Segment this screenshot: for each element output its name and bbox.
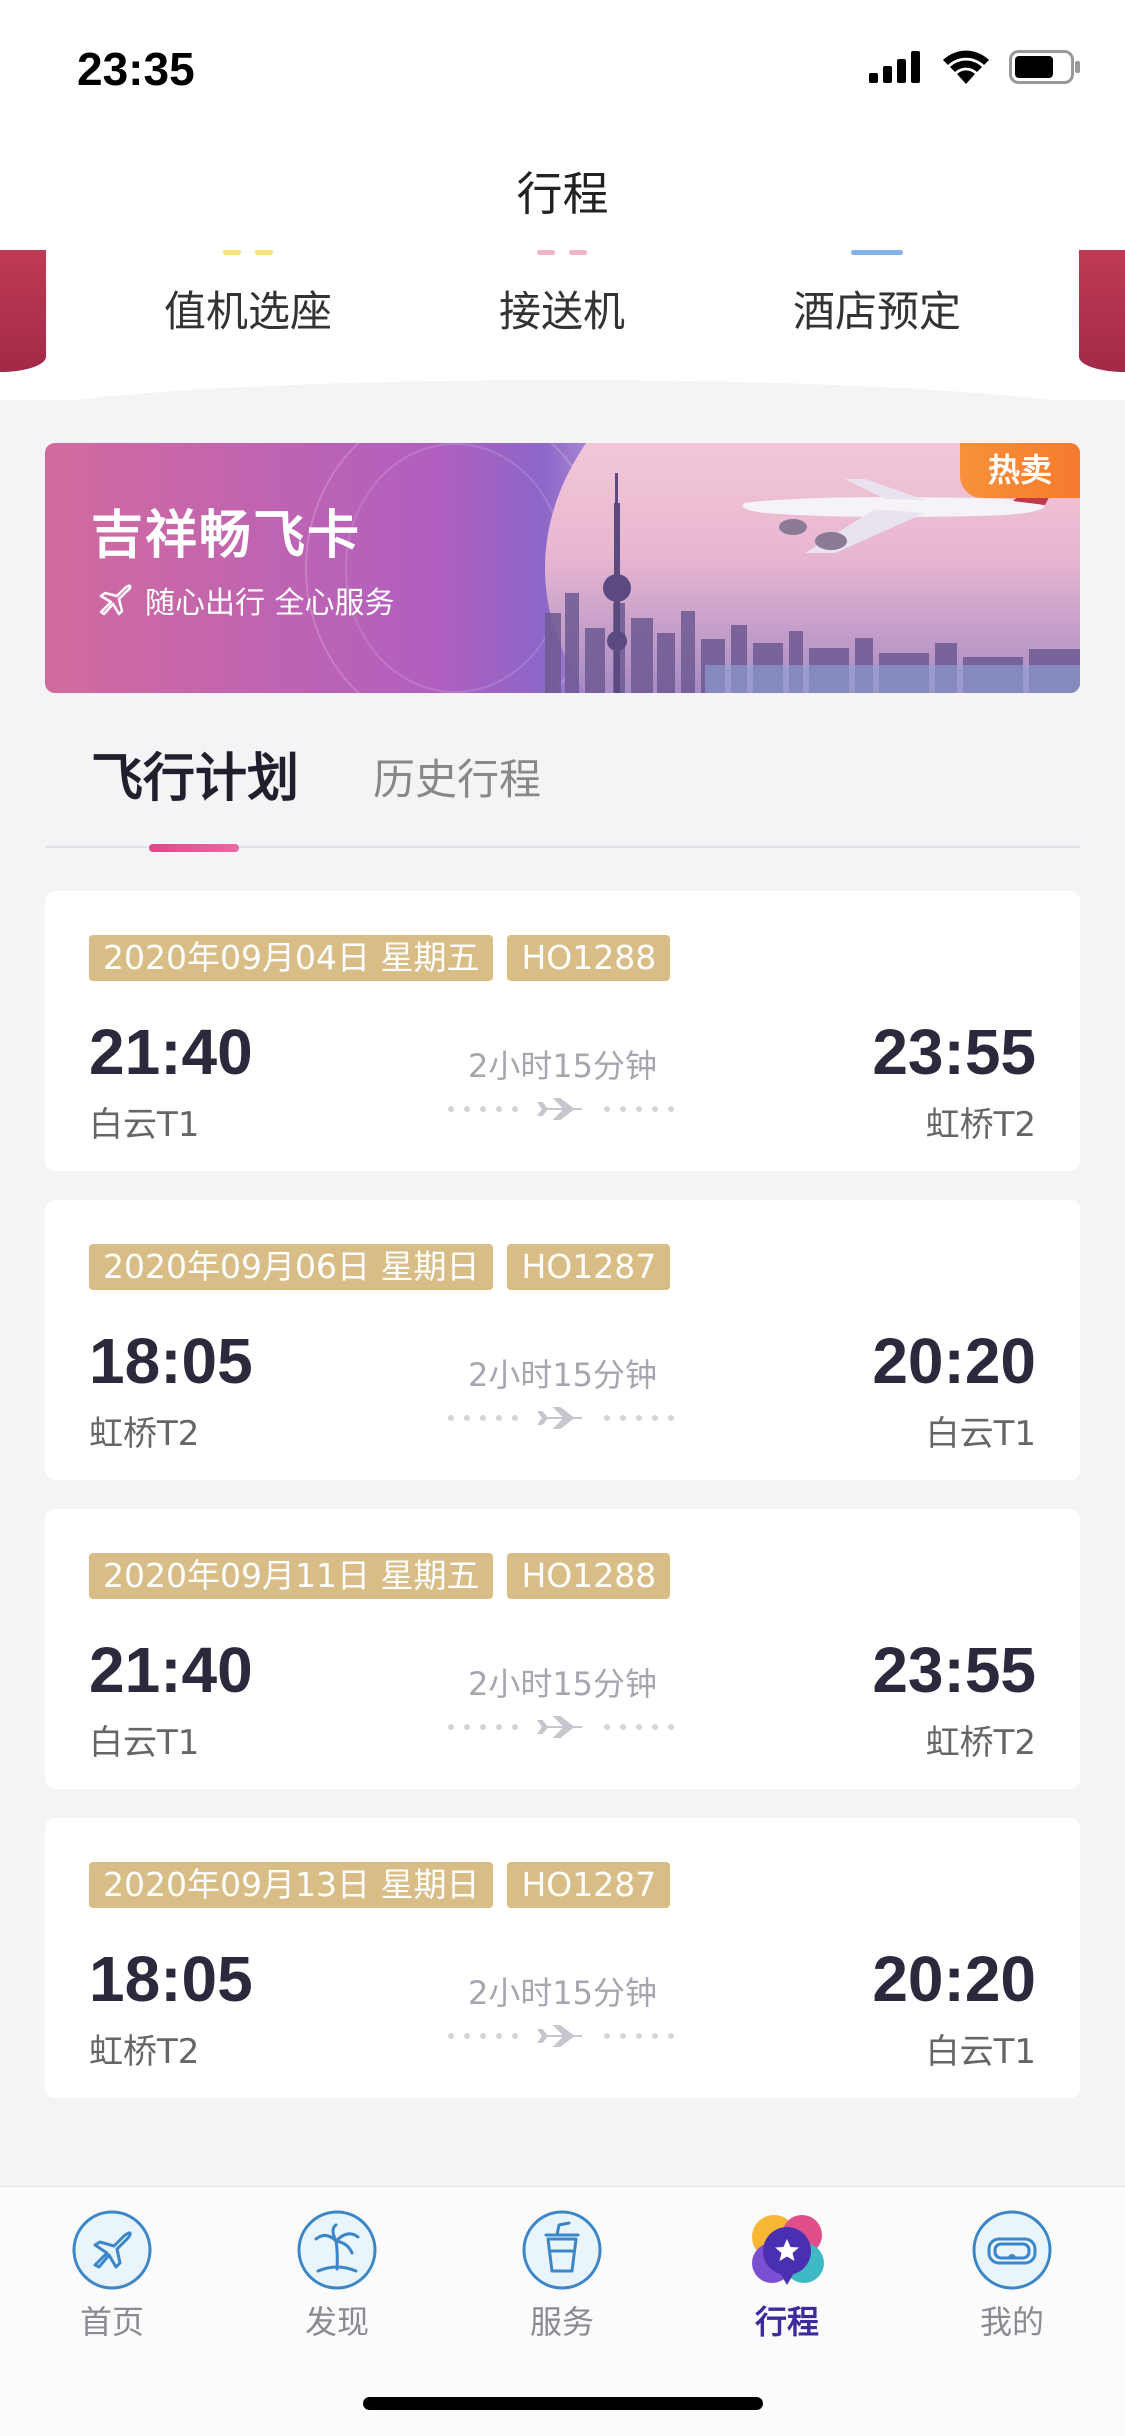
arrival-airport: 白云T1	[925, 2032, 1036, 2072]
palm-tree-icon	[297, 2210, 377, 2290]
arrival-time: 20:20	[872, 1325, 1036, 1397]
arrival-time: 23:55	[872, 1016, 1036, 1088]
flight-number-tag: HO1288	[507, 935, 671, 981]
tab-services-label: 服务	[529, 2303, 594, 2341]
flight-date-tag: 2020年09月13日 星期日	[89, 1862, 494, 1908]
route-plane-icon	[448, 1716, 674, 1738]
status-time: 23:35	[77, 43, 195, 95]
departure-airport: 虹桥T2	[89, 1414, 200, 1454]
home-indicator[interactable]	[363, 2397, 763, 2410]
status-icons	[869, 50, 1081, 84]
band-decoration-left	[0, 250, 46, 372]
status-bar: 23:35	[0, 0, 1125, 130]
promo-banner[interactable]: 吉祥畅飞卡 随心出行 全心服务 热卖	[45, 443, 1080, 693]
itinerary-tabs: 飞行计划 历史行程	[45, 730, 1080, 852]
arrival-time: 23:55	[872, 1634, 1036, 1706]
airport-transfer-label: 接送机	[498, 287, 625, 336]
banner-subtitle-row: 随心出行 全心服务	[95, 578, 395, 622]
tab-home[interactable]: 首页	[37, 2209, 187, 2343]
quick-services-bar: 值机选座 接送机 酒店预定	[0, 250, 1125, 420]
flight-number-tag: HO1287	[507, 1862, 671, 1908]
hotel-booking-button[interactable]: 酒店预定	[747, 250, 1007, 339]
tab-profile[interactable]: 我的	[937, 2209, 1087, 2343]
accent-dashes	[223, 250, 273, 255]
flight-tags: 2020年09月06日 星期日 HO1287	[89, 1244, 671, 1290]
plane-outline-icon	[99, 584, 132, 616]
flight-number-tag: HO1288	[507, 1553, 671, 1599]
city-skyline-image	[545, 467, 1080, 693]
flight-tags: 2020年09月04日 星期五 HO1288	[89, 935, 671, 981]
route-plane-icon	[448, 1407, 674, 1429]
plane-icon	[72, 2210, 152, 2290]
tab-itinerary-label: 行程	[754, 2303, 819, 2341]
flight-date-tag: 2020年09月06日 星期日	[89, 1244, 494, 1290]
hot-sale-badge: 热卖	[960, 443, 1080, 498]
route-plane-icon	[448, 2025, 674, 2047]
departure-airport: 白云T1	[89, 1105, 200, 1145]
hotel-booking-label: 酒店预定	[792, 287, 961, 336]
itinerary-page: 23:35 行程 值机选座 接送机 酒店预定 吉祥畅飞卡 随心出行 全心服务 热…	[0, 0, 1125, 2436]
tab-discover-label: 发现	[304, 2303, 369, 2341]
flight-tags: 2020年09月13日 星期日 HO1287	[89, 1862, 671, 1908]
flight-card[interactable]: 2020年09月13日 星期日 HO1287 18:05 虹桥T2 2小时15分…	[45, 1818, 1080, 2098]
active-tab-indicator	[149, 844, 239, 852]
band-decoration-right	[1079, 250, 1125, 372]
cup-icon	[522, 2210, 602, 2290]
tab-itinerary[interactable]: 行程	[712, 2209, 862, 2343]
arrival-time: 20:20	[872, 1943, 1036, 2015]
tab-profile-label: 我的	[979, 2303, 1044, 2341]
header: 23:35 行程 值机选座 接送机 酒店预定	[0, 0, 1125, 420]
banner-title: 吉祥畅飞卡	[91, 506, 362, 566]
tab-history[interactable]: 历史行程	[373, 746, 541, 807]
battery-icon	[1009, 50, 1080, 84]
checkin-seat-button[interactable]: 值机选座	[118, 250, 378, 339]
checkin-seat-label: 值机选座	[163, 287, 332, 336]
arrival-airport: 白云T1	[925, 1414, 1036, 1454]
flight-card[interactable]: 2020年09月11日 星期五 HO1288 21:40 白云T1 2小时15分…	[45, 1509, 1080, 1789]
arrival-airport: 虹桥T2	[925, 1723, 1036, 1763]
route-plane-icon	[448, 1098, 674, 1120]
tab-home-label: 首页	[79, 2303, 144, 2341]
itinerary-star-icon	[752, 2215, 824, 2285]
tab-flight-plan[interactable]: 飞行计划	[91, 736, 300, 852]
airport-transfer-button[interactable]: 接送机	[432, 250, 692, 339]
banner-subtitle: 随心出行 全心服务	[145, 586, 395, 621]
tab-discover[interactable]: 发现	[262, 2209, 412, 2343]
flight-card[interactable]: 2020年09月06日 星期日 HO1287 18:05 虹桥T2 2小时15分…	[45, 1200, 1080, 1480]
arrival-airport: 虹桥T2	[925, 1105, 1036, 1145]
band-curve	[0, 380, 1125, 420]
tab-flight-plan-label: 飞行计划	[91, 749, 300, 809]
wifi-icon	[943, 50, 989, 84]
flight-date-tag: 2020年09月04日 星期五	[89, 935, 494, 981]
signal-icon	[869, 51, 920, 83]
flight-card[interactable]: 2020年09月04日 星期五 HO1288 21:40 白云T1 2小时15分…	[45, 891, 1080, 1171]
flight-number-tag: HO1287	[507, 1244, 671, 1290]
tab-services[interactable]: 服务	[487, 2209, 637, 2343]
accent-dashes	[851, 250, 903, 255]
departure-airport: 白云T1	[89, 1723, 200, 1763]
flight-date-tag: 2020年09月11日 星期五	[89, 1553, 494, 1599]
departure-airport: 虹桥T2	[89, 2032, 200, 2072]
flight-tags: 2020年09月11日 星期五 HO1288	[89, 1553, 671, 1599]
page-title: 行程	[516, 167, 609, 221]
accent-dashes	[537, 250, 587, 255]
vr-glasses-icon	[972, 2210, 1052, 2290]
